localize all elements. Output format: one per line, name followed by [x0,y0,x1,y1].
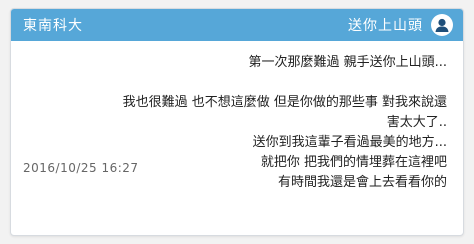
post-title[interactable]: 送你上山頭 [348,15,423,35]
post-line: 我也很難過 也不想這麼做 但是你做的那些事 對我來說還 [122,95,447,110]
post-card: 東南科大 送你上山頭 第一次那麼難過 親手送你上山頭... 我也很難過 也不想這… [10,8,464,236]
post-line: 送你到我這輩子看過最美的地方... [252,135,447,150]
post-line: 第一次那麼難過 親手送你上山頭... [248,55,447,70]
post-line: 有時間我還是會上去看看你的 [277,175,447,190]
school-name[interactable]: 東南科大 [23,15,83,35]
post-line: 害太大了.. [386,115,447,130]
user-avatar-icon[interactable] [431,14,453,36]
post-header: 東南科大 送你上山頭 [11,9,463,41]
avatar-glyph-icon [435,18,449,32]
post-timestamp: 2016/10/25 16:27 [23,161,139,175]
